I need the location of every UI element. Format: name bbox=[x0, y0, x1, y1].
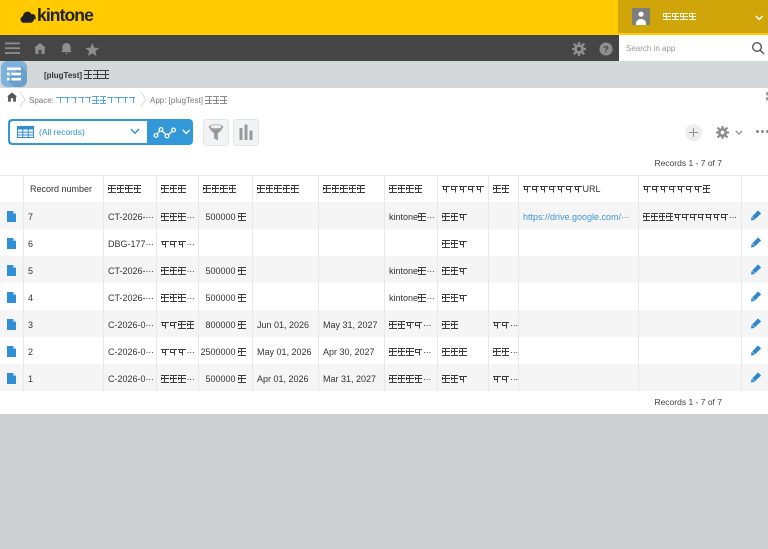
svg-text:?: ? bbox=[603, 44, 609, 54]
